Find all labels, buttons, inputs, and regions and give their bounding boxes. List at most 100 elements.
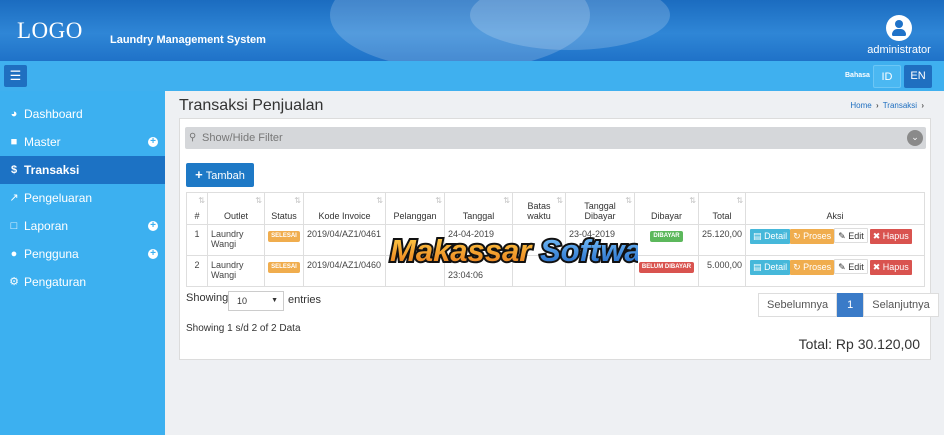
breadcrumb: Home › Transaksi › xyxy=(850,101,926,110)
sidebar-item-label: Laporan xyxy=(24,219,69,233)
cell-actions: ▤ Detail ↻ Proses ✎ Edit ✖ Hapus xyxy=(745,224,925,256)
delete-button[interactable]: ✖ Hapus xyxy=(869,260,912,275)
cell-outlet: Laundry Wangi xyxy=(207,224,265,256)
breadcrumb-current: Transaksi xyxy=(882,101,918,110)
detail-button[interactable]: ▤ Detail xyxy=(750,229,791,244)
column-header[interactable]: ⇅ Tanggal Dibayar xyxy=(565,192,635,225)
cell-tgl-bayar xyxy=(565,255,635,287)
entries-label: entries xyxy=(288,294,322,306)
column-header[interactable]: ⇅ Pelanggan xyxy=(385,192,445,225)
user-name[interactable]: administrator xyxy=(867,44,931,56)
payment-badge: DIBAYAR xyxy=(650,231,683,242)
sort-icon: ⇅ xyxy=(294,196,301,205)
dashboard-icon: ◕ xyxy=(10,108,18,120)
column-header[interactable]: ⇅ Outlet xyxy=(207,192,265,225)
detail-button[interactable]: ▤ Detail xyxy=(750,260,791,275)
file-icon: ▤ xyxy=(753,231,765,241)
cell-invoice: 2019/04/AZ1/0460 xyxy=(303,255,386,287)
sidebar-item-label: Pengeluaran xyxy=(24,191,93,205)
previous-page-button[interactable]: Sebelumnya xyxy=(758,293,838,317)
cell-invoice: 2019/04/AZ1/0461 xyxy=(303,224,386,256)
expand-plus-icon[interactable]: + xyxy=(148,137,158,147)
column-header[interactable]: ⇅ Status xyxy=(264,192,304,225)
cell-no: 2 xyxy=(186,255,208,287)
external-link-icon: ↗ xyxy=(9,192,19,204)
pencil-icon: ✎ xyxy=(838,262,849,272)
column-header[interactable]: ⇅ # xyxy=(186,192,208,225)
sort-icon: ⇅ xyxy=(736,196,744,205)
process-button[interactable]: ↻ Proses xyxy=(790,229,835,244)
table-row: 1 Laundry Wangi SELESAI 2019/04/AZ1/0461… xyxy=(186,224,925,256)
sidebar-item-pengaturan[interactable]: ⚙ Pengaturan xyxy=(0,268,165,296)
user-icon: ● xyxy=(10,248,18,260)
sort-icon: ⇅ xyxy=(255,196,262,205)
grand-total: Total: Rp 30.120,00 xyxy=(798,336,920,352)
user-avatar-icon[interactable] xyxy=(886,15,912,41)
chevron-down-icon[interactable]: ⌄ xyxy=(907,130,923,146)
table-info: Showing 1 s/d 2 of 2 Data xyxy=(186,323,301,334)
pagination: Sebelumnya 1 Selanjutnya xyxy=(758,293,939,317)
column-header[interactable]: ⇅ Total xyxy=(697,192,747,225)
search-icon: ⚲ xyxy=(189,132,197,143)
sort-icon: ⇅ xyxy=(503,196,510,205)
expand-plus-icon[interactable]: + xyxy=(148,221,158,231)
refresh-icon: ↻ xyxy=(793,262,804,272)
cell-status: SELESAI xyxy=(264,255,304,287)
next-page-button[interactable]: Selanjutnya xyxy=(863,293,939,317)
length-label: Showing xyxy=(186,292,229,304)
cell-actions: ▤ Detail ↻ Proses ✎ Edit ✖ Hapus xyxy=(745,255,925,287)
cell-batas xyxy=(512,255,566,287)
plus-icon: + xyxy=(195,167,203,182)
column-header[interactable]: ⇅ Kode Invoice xyxy=(303,192,386,225)
user-menu[interactable]: administrator xyxy=(867,15,931,56)
add-button-label: Tambah xyxy=(205,170,245,182)
chevron-right-icon: › xyxy=(921,101,924,110)
sidebar-item-pengeluaran[interactable]: ↗ Pengeluaran xyxy=(0,184,165,212)
sidebar-item-laporan[interactable]: □ Laporan + xyxy=(0,212,165,240)
language-en-button[interactable]: EN xyxy=(904,65,932,88)
cell-outlet: Laundry Wangi xyxy=(207,255,265,287)
sort-icon: ⇅ xyxy=(556,196,563,205)
breadcrumb-home[interactable]: Home xyxy=(850,101,871,110)
sidebar-item-transaksi[interactable]: $ Transaksi xyxy=(0,156,165,184)
column-header[interactable]: ⇅ Tanggal xyxy=(444,192,513,225)
cell-no: 1 xyxy=(186,224,208,256)
table-header-row: ⇅ # ⇅ Outlet ⇅ Status ⇅ Kode Invoice ⇅ Pelang… xyxy=(186,192,925,225)
edit-button[interactable]: ✎ Edit xyxy=(834,259,868,274)
filter-toggle-bar[interactable]: ⚲ Show/Hide Filter ⌄ xyxy=(185,127,926,149)
table-row: 2 Laundry Wangi SELESAI 2019/04/AZ1/0460… xyxy=(186,255,925,287)
page-length-select[interactable]: 10 ▼ xyxy=(228,291,284,311)
page-title: Transaksi Penjualan xyxy=(179,97,324,114)
cell-total: 25.120,00 xyxy=(697,224,747,256)
book-icon: ■ xyxy=(10,136,18,148)
column-header[interactable]: ⇅ Batas waktu xyxy=(512,192,566,225)
sidebar-item-pengguna[interactable]: ● Pengguna + xyxy=(0,240,165,268)
cell-pelanggan xyxy=(385,224,445,256)
add-button[interactable]: + Tambah xyxy=(186,163,254,187)
expand-plus-icon[interactable]: + xyxy=(148,249,158,259)
cell-tanggal: 24-04-2019 xyxy=(444,224,513,256)
process-button[interactable]: ↻ Proses xyxy=(790,260,835,275)
status-badge: SELESAI xyxy=(268,231,300,242)
filter-label: Show/Hide Filter xyxy=(202,132,283,144)
delete-button[interactable]: ✖ Hapus xyxy=(869,229,912,244)
hamburger-icon[interactable]: ☰ xyxy=(4,65,27,87)
sidebar-item-label: Transaksi xyxy=(24,163,80,177)
page-length-value: 10 xyxy=(237,296,248,306)
column-header[interactable]: ⇅ Dibayar xyxy=(634,192,699,225)
edit-button[interactable]: ✎ Edit xyxy=(834,228,868,243)
cell-total: 5.000,00 xyxy=(697,255,747,287)
language-label: Bahasa xyxy=(845,72,870,79)
sort-icon: ⇅ xyxy=(376,196,383,205)
dollar-icon: $ xyxy=(10,164,18,176)
page-1-button[interactable]: 1 xyxy=(837,293,864,317)
language-id-button[interactable]: ID xyxy=(873,65,901,88)
logo[interactable]: LOGO xyxy=(17,18,83,44)
sidebar-item-label: Dashboard xyxy=(24,107,83,121)
cell-tanggal: 23:04:06 xyxy=(444,255,513,287)
sort-icon: ⇅ xyxy=(625,196,632,205)
sidebar-item-master[interactable]: ■ Master + xyxy=(0,128,165,156)
status-badge: SELESAI xyxy=(268,262,300,273)
cell-batas xyxy=(512,224,566,256)
sidebar-item-dashboard[interactable]: ◕ Dashboard xyxy=(0,100,165,128)
